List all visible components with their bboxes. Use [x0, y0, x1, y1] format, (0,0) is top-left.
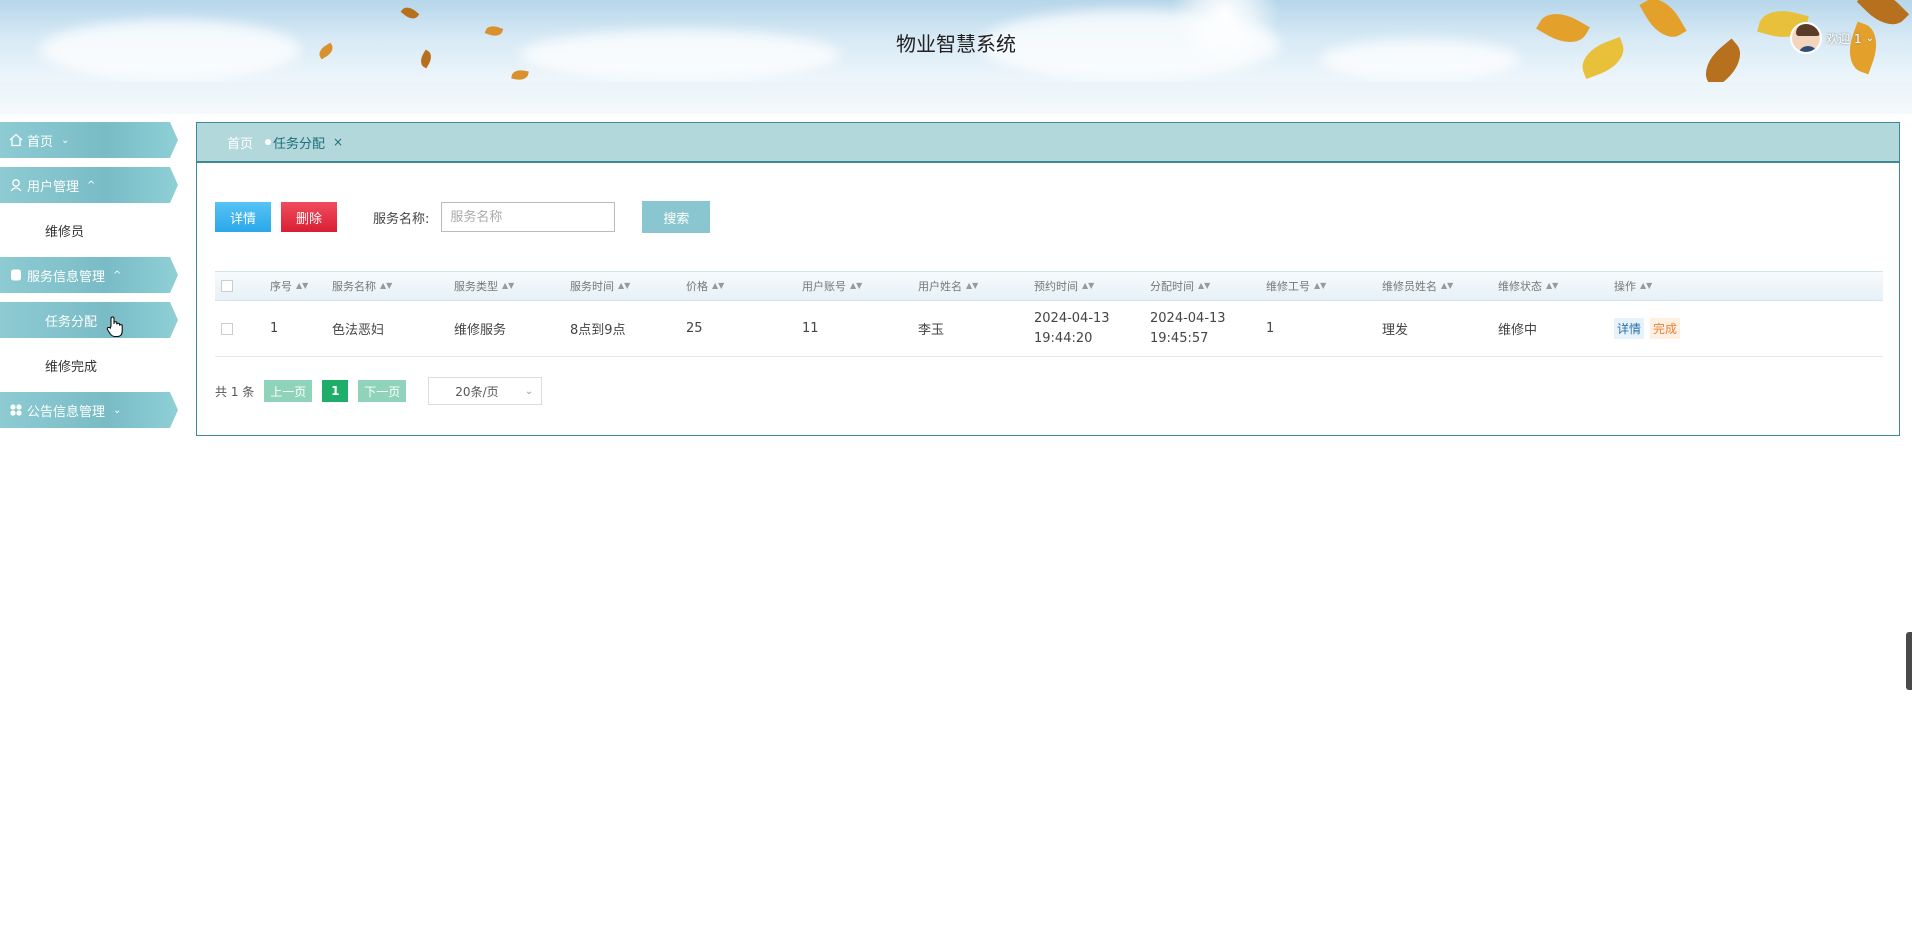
column-header[interactable]: 分配时间 ▲▼: [1150, 278, 1266, 294]
next-page-button[interactable]: 下一页: [358, 380, 407, 402]
close-icon[interactable]: ×: [333, 135, 343, 149]
chevron-up-icon: ^: [87, 179, 96, 191]
table-cell: 李玉: [918, 323, 945, 338]
table-cell: 2024-04-13 19:44:20: [1034, 310, 1110, 346]
table-header: 序号 ▲▼ 服务名称 ▲▼ 服务类型 ▲▼ 服务时间 ▲▼ 价格 ▲▼ 用户账号 ▲▼ 用户…: [215, 271, 1883, 301]
avatar[interactable]: [1790, 22, 1823, 54]
tab-home[interactable]: 首页: [227, 133, 253, 152]
column-header[interactable]: 用户账号 ▲▼: [802, 278, 918, 294]
sidebar-item-repairman[interactable]: 维修员: [0, 212, 180, 248]
page-size-select[interactable]: 20条/页 ⌄: [428, 377, 543, 405]
column-header[interactable]: 价格 ▲▼: [686, 278, 802, 294]
data-table: 序号 ▲▼ 服务名称 ▲▼ 服务类型 ▲▼ 服务时间 ▲▼ 价格 ▲▼ 用户账号 ▲▼ 用户…: [215, 271, 1883, 357]
detail-button[interactable]: 详情: [215, 202, 271, 232]
dot-icon: [265, 139, 272, 145]
leaf-icon: [511, 68, 529, 82]
table-cell: 25: [686, 321, 703, 336]
delete-button[interactable]: 删除: [281, 202, 337, 232]
tab-task-assignment[interactable]: 任务分配: [265, 133, 325, 152]
table-cell: 维修服务: [454, 323, 507, 338]
sidebar: 首页 ⌄ 用户管理 ^ 维修员 服务信息管理 ^ 任务分配 维修完成 公告信息管…: [0, 122, 180, 437]
sort-icon[interactable]: ▲▼: [618, 282, 630, 290]
row-complete-button[interactable]: 完成: [1650, 318, 1681, 339]
sort-icon[interactable]: ▲▼: [850, 282, 862, 290]
sort-icon[interactable]: ▲▼: [380, 282, 392, 290]
sort-icon[interactable]: ▲▼: [1441, 282, 1453, 290]
search-input[interactable]: [441, 202, 616, 232]
toolbar: 详情 删除 服务名称: 搜索: [215, 201, 711, 233]
table-row[interactable]: 1 色法恶妇 维修服务 8点到9点 25 11 李玉 2024-04-13 19…: [215, 301, 1883, 357]
table-cell: 11: [802, 321, 819, 336]
search-label: 服务名称:: [373, 211, 430, 227]
home-icon: [9, 133, 23, 147]
sidebar-item-repair-complete[interactable]: 维修完成: [0, 347, 180, 383]
table-cell: 理发: [1382, 323, 1409, 338]
table-cell: 维修中: [1498, 323, 1538, 338]
sort-icon[interactable]: ▲▼: [712, 282, 724, 290]
table-cell: 2024-04-13 19:45:57: [1150, 310, 1226, 346]
total-count: 共 1 条: [215, 384, 255, 399]
sort-icon[interactable]: ▲▼: [1546, 282, 1558, 290]
sidebar-item-label: 首页: [27, 134, 54, 150]
sort-icon[interactable]: ▲▼: [296, 282, 308, 290]
chevron-down-icon: ⌄: [113, 404, 122, 416]
row-detail-button[interactable]: 详情: [1614, 318, 1645, 339]
sidebar-item-service-management[interactable]: 服务信息管理 ^: [0, 257, 178, 293]
row-checkbox[interactable]: [221, 322, 233, 335]
user-name[interactable]: 欢迎 1: [1826, 30, 1861, 47]
page-number[interactable]: 1: [322, 380, 349, 402]
table-cell: 1: [270, 321, 279, 336]
chevron-down-icon[interactable]: ⌄: [1866, 33, 1874, 44]
select-all-checkbox[interactable]: [221, 280, 233, 292]
header-banner: 物业智慧系统 欢迎 1 ⌄: [0, 0, 1912, 82]
sidebar-item-user-management[interactable]: 用户管理 ^: [0, 167, 178, 203]
column-header[interactable]: 用户姓名 ▲▼: [918, 278, 1034, 294]
table-cell: 色法恶妇: [332, 323, 385, 338]
sidebar-item-label: 服务信息管理: [27, 269, 106, 285]
header-subbar: [0, 82, 1912, 114]
column-header[interactable]: 维修员姓名 ▲▼: [1382, 278, 1498, 294]
sort-icon[interactable]: ▲▼: [1082, 282, 1094, 290]
chevron-up-icon: ^: [113, 269, 122, 281]
service-icon: [11, 269, 21, 281]
scrollbar-handle[interactable]: [1906, 632, 1912, 690]
table-cell: 1: [1266, 321, 1275, 336]
prev-page-button[interactable]: 上一页: [264, 380, 313, 402]
pagination: 共 1 条 上一页 1 下一页 20条/页 ⌄: [215, 377, 543, 405]
leaf-icon: [400, 4, 420, 22]
tab-bar: 首页 任务分配 ×: [197, 123, 1899, 163]
column-header[interactable]: 服务名称 ▲▼: [332, 278, 454, 294]
column-header[interactable]: 服务时间 ▲▼: [570, 278, 686, 294]
sort-icon[interactable]: ▲▼: [966, 282, 978, 290]
tab-label: 任务分配: [273, 136, 326, 152]
column-header[interactable]: 操作 ▲▼: [1614, 278, 1754, 294]
page-title: 物业智慧系统: [896, 32, 1016, 56]
chevron-down-icon: ⌄: [61, 134, 70, 146]
chevron-down-icon: ⌄: [524, 385, 534, 397]
column-header[interactable]: 维修状态 ▲▼: [1498, 278, 1614, 294]
sort-icon[interactable]: ▲▼: [1198, 282, 1210, 290]
sidebar-item-home[interactable]: 首页 ⌄: [0, 122, 178, 158]
column-header[interactable]: 服务类型 ▲▼: [454, 278, 570, 294]
hand-cursor-icon: [106, 316, 123, 337]
sort-icon[interactable]: ▲▼: [1640, 282, 1652, 290]
sort-icon[interactable]: ▲▼: [502, 282, 514, 290]
search-button[interactable]: 搜索: [642, 201, 711, 233]
user-menu[interactable]: 欢迎 1 ⌄: [1790, 22, 1874, 54]
sidebar-item-label: 公告信息管理: [27, 404, 106, 420]
user-icon: [10, 179, 22, 192]
sidebar-item-task-assignment[interactable]: 任务分配: [0, 302, 178, 338]
grid-icon: [10, 404, 22, 416]
content-panel: 首页 任务分配 × 详情 删除 服务名称: 搜索 序号▲▼ 服务名称▲▼ 服务类…: [196, 122, 1900, 436]
column-header[interactable]: 维修工号 ▲▼: [1266, 278, 1382, 294]
sidebar-item-label: 用户管理: [27, 179, 80, 195]
sidebar-item-notice-management[interactable]: 公告信息管理 ⌄: [0, 392, 178, 428]
table-cell: 8点到9点: [570, 323, 626, 338]
page-size-value: 20条/页: [455, 384, 499, 399]
sort-icon[interactable]: ▲▼: [1314, 282, 1326, 290]
column-header[interactable]: 序号 ▲▼: [270, 278, 332, 294]
column-header[interactable]: 预约时间 ▲▼: [1034, 278, 1150, 294]
